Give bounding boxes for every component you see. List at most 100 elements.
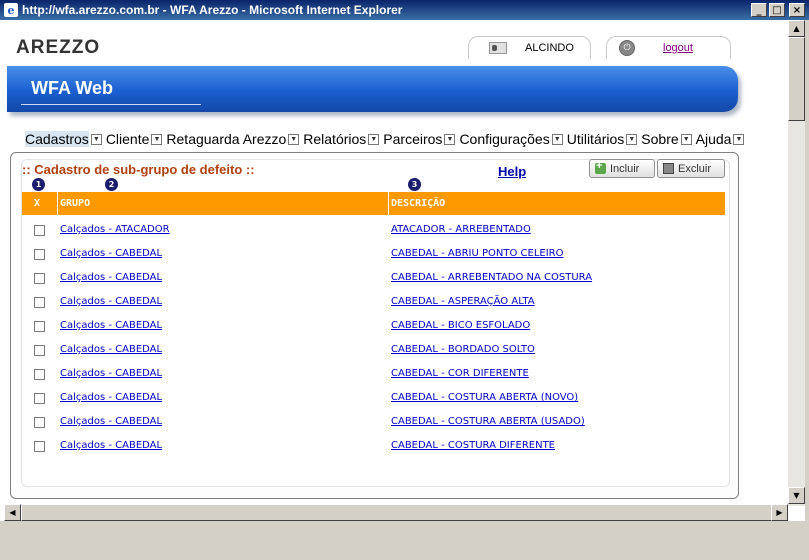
menu-label: Utilitários — [566, 131, 625, 147]
menu-item-cliente[interactable]: Cliente ▼ — [106, 131, 163, 147]
table-row: Calçados - CABEDAL CABEDAL - COSTURA ABE… — [22, 390, 725, 410]
user-box: ALCINDO — [468, 36, 591, 59]
grupo-link[interactable]: Calçados - CABEDAL — [60, 248, 162, 259]
maximize-button[interactable]: □ — [769, 3, 785, 17]
logout-link[interactable]: logout — [663, 42, 693, 54]
descricao-link[interactable]: ATACADOR - ARREBENTADO — [391, 224, 531, 235]
table-row: Calçados - CABEDAL CABEDAL - COSTURA ABE… — [22, 414, 725, 434]
grupo-link[interactable]: Calçados - CABEDAL — [60, 416, 162, 427]
descricao-link[interactable]: CABEDAL - COSTURA DIFERENTE — [391, 440, 555, 451]
row-checkbox[interactable] — [34, 369, 45, 380]
grupo-link[interactable]: Calçados - CABEDAL — [60, 368, 162, 379]
menu-label: Cadastros — [25, 131, 89, 147]
header-x[interactable]: X — [34, 198, 40, 209]
minimize-button[interactable]: _ — [751, 3, 767, 17]
chevron-down-icon[interactable]: ▼ — [680, 133, 692, 145]
page-title: :: Cadastro de sub-grupo de defeito :: — [22, 162, 255, 177]
menu-item-ajuda[interactable]: Ajuda ▼ — [696, 131, 745, 147]
scroll-down-button[interactable]: ▼ — [788, 487, 805, 504]
table-row: Calçados - CABEDAL CABEDAL - ABRIU PONTO… — [22, 246, 725, 266]
row-checkbox[interactable] — [34, 225, 45, 236]
menu-label: Retaguarda Arezzo — [166, 131, 287, 147]
column-divider — [388, 192, 389, 215]
username: ALCINDO — [525, 42, 574, 54]
table-row: Calçados - CABEDAL CABEDAL - ASPERAÇÃO A… — [22, 294, 725, 314]
row-checkbox[interactable] — [34, 273, 45, 284]
column-divider — [57, 192, 58, 215]
menu-label: Relatórios — [303, 131, 367, 147]
logout-box: ⏻ logout — [606, 36, 731, 59]
descricao-link[interactable]: CABEDAL - BORDADO SOLTO — [391, 344, 535, 355]
row-checkbox[interactable] — [34, 393, 45, 404]
chevron-down-icon[interactable]: ▼ — [444, 133, 456, 145]
main-menu: Cadastros ▼ Cliente ▼ Retaguarda Arezzo … — [25, 129, 790, 149]
app-banner: WFA Web — [7, 66, 738, 112]
menu-label: Configurações — [459, 131, 550, 147]
header-grupo[interactable]: GRUPO — [60, 198, 90, 209]
chevron-down-icon[interactable]: ▼ — [90, 133, 102, 145]
grupo-link[interactable]: Calçados - CABEDAL — [60, 392, 162, 403]
table-row: Calçados - CABEDAL CABEDAL - COR DIFEREN… — [22, 366, 725, 386]
menu-item-cadastros[interactable]: Cadastros ▼ — [25, 131, 102, 147]
chevron-down-icon[interactable]: ▼ — [551, 133, 563, 145]
vertical-scrollbar[interactable]: ▲ ▼ — [788, 20, 805, 506]
grupo-link[interactable]: Calçados - CABEDAL — [60, 272, 162, 283]
descricao-link[interactable]: CABEDAL - COR DIFERENTE — [391, 368, 529, 379]
menu-label: Ajuda — [695, 131, 732, 147]
table-row: Calçados - CABEDAL CABEDAL - ARREBENTADO… — [22, 270, 725, 290]
descricao-link[interactable]: CABEDAL - BICO ESFOLADO — [391, 320, 530, 331]
grupo-link[interactable]: Calçados - CABEDAL — [60, 440, 162, 451]
close-button[interactable]: × — [789, 3, 805, 17]
chevron-down-icon[interactable]: ▼ — [151, 133, 163, 145]
menu-item-configuracoes[interactable]: Configurações ▼ — [459, 131, 563, 147]
brand-logo: AREZZO — [16, 37, 101, 58]
scroll-up-button[interactable]: ▲ — [788, 20, 805, 37]
grupo-link[interactable]: Calçados - CABEDAL — [60, 320, 162, 331]
user-icon — [489, 42, 507, 54]
vertical-scroll-thumb[interactable] — [788, 37, 805, 121]
horizontal-scrollbar[interactable]: ◀ ▶ — [4, 504, 788, 521]
row-checkbox[interactable] — [34, 321, 45, 332]
table-header: X GRUPO DESCRIÇÃO — [22, 192, 725, 215]
row-checkbox[interactable] — [34, 249, 45, 260]
badge-2: 2 — [105, 178, 118, 191]
descricao-link[interactable]: CABEDAL - COSTURA ABERTA (NOVO) — [391, 392, 578, 403]
badge-1: 1 — [32, 178, 45, 191]
menu-item-utilitarios[interactable]: Utilitários ▼ — [567, 131, 638, 147]
descricao-link[interactable]: CABEDAL - ABRIU PONTO CELEIRO — [391, 248, 564, 259]
chevron-down-icon[interactable]: ▼ — [368, 133, 380, 145]
grupo-link[interactable]: Calçados - CABEDAL — [60, 344, 162, 355]
scroll-left-button[interactable]: ◀ — [4, 504, 21, 521]
descricao-link[interactable]: CABEDAL - ARREBENTADO NA COSTURA — [391, 272, 592, 283]
menu-item-retaguarda-arezzo[interactable]: Retaguarda Arezzo ▼ — [166, 131, 300, 147]
scroll-right-button[interactable]: ▶ — [771, 504, 788, 521]
menu-item-parceiros[interactable]: Parceiros ▼ — [383, 131, 456, 147]
power-icon[interactable]: ⏻ — [619, 40, 635, 56]
menu-label: Sobre — [641, 131, 679, 147]
excluir-button[interactable]: Excluir — [657, 159, 725, 178]
row-checkbox[interactable] — [34, 345, 45, 356]
plus-icon — [595, 160, 606, 174]
menu-item-relatorios[interactable]: Relatórios ▼ — [303, 131, 380, 147]
chevron-down-icon[interactable]: ▼ — [288, 133, 300, 145]
horizontal-scroll-thumb[interactable] — [21, 504, 776, 521]
incluir-button[interactable]: Incluir — [589, 159, 655, 178]
row-checkbox[interactable] — [34, 297, 45, 308]
help-link[interactable]: Help — [498, 164, 526, 179]
menu-label: Parceiros — [383, 131, 443, 147]
descricao-link[interactable]: CABEDAL - ASPERAÇÃO ALTA — [391, 296, 535, 307]
app-title: WFA Web — [31, 78, 113, 98]
header-descricao[interactable]: DESCRIÇÃO — [391, 198, 445, 209]
chevron-down-icon[interactable]: ▼ — [626, 133, 638, 145]
descricao-link[interactable]: CABEDAL - COSTURA ABERTA (USADO) — [391, 416, 585, 427]
chevron-down-icon[interactable]: ▼ — [733, 133, 745, 145]
grupo-link[interactable]: Calçados - ATACADOR — [60, 224, 170, 235]
grupo-link[interactable]: Calçados - CABEDAL — [60, 296, 162, 307]
trash-icon — [663, 163, 674, 174]
window-title-bar[interactable]: e http://wfa.arezzo.com.br - WFA Arezzo … — [0, 0, 809, 20]
banner-underline — [21, 104, 201, 105]
internet-explorer-icon: e — [4, 3, 18, 17]
row-checkbox[interactable] — [34, 417, 45, 428]
menu-item-sobre[interactable]: Sobre ▼ — [641, 131, 692, 147]
row-checkbox[interactable] — [34, 441, 45, 452]
